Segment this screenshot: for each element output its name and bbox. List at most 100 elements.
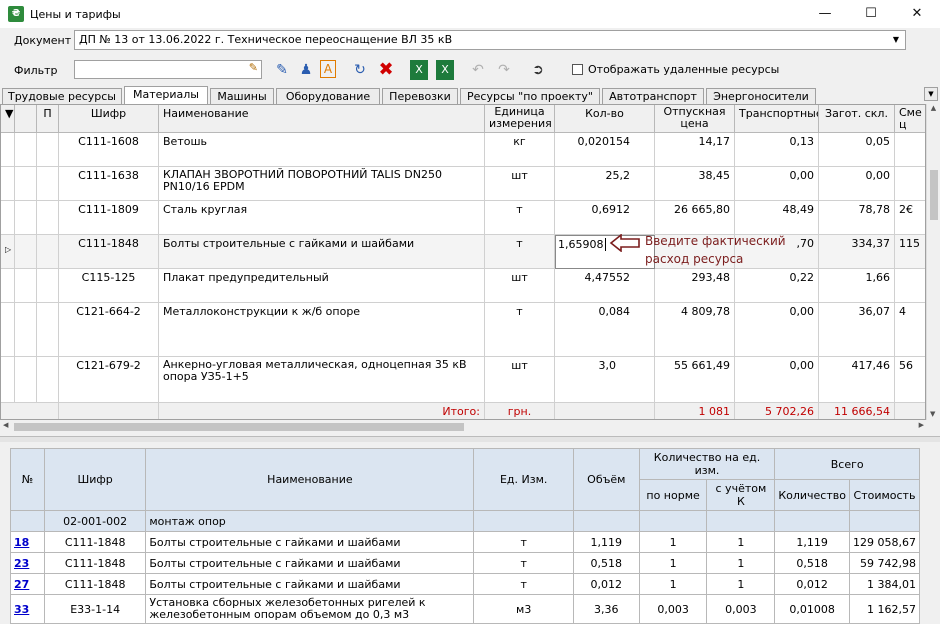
cell-name[interactable]: Ветошь bbox=[159, 133, 485, 167]
header-zagot[interactable]: Загот. скл. bbox=[819, 105, 895, 133]
cell-unit[interactable]: т bbox=[485, 303, 555, 357]
header-price[interactable]: Отпускная цена bbox=[655, 105, 735, 133]
row-link[interactable]: 23 bbox=[14, 557, 29, 570]
cell-smet[interactable]: 4 bbox=[895, 303, 925, 357]
table-row[interactable]: 18 С111-1848 Болты строительные с гайкам… bbox=[10, 531, 921, 553]
cell-qty[interactable]: 3,0 bbox=[555, 357, 655, 403]
redo-icon[interactable]: ↷ bbox=[494, 60, 514, 80]
cell-price[interactable]: 55 661,49 bbox=[655, 357, 735, 403]
tabs-scroll-down-icon[interactable]: ▼ bbox=[924, 87, 938, 101]
cell-qty[interactable]: 0,6912 bbox=[555, 201, 655, 235]
cell-transport[interactable]: 0,00 bbox=[735, 303, 819, 357]
cell-name[interactable]: Сталь круглая bbox=[159, 201, 485, 235]
tab-transport[interactable]: Перевозки bbox=[382, 88, 458, 105]
cell-qty[interactable]: 0,020154 bbox=[555, 133, 655, 167]
cell-smet[interactable] bbox=[895, 269, 925, 303]
cell-unit[interactable]: т bbox=[485, 201, 555, 235]
cell-zagot[interactable]: 0,00 bbox=[819, 167, 895, 201]
cell-unit[interactable]: шт bbox=[485, 167, 555, 201]
scroll-up-icon[interactable]: ▲ bbox=[927, 104, 940, 112]
exit-icon[interactable]: ➲ bbox=[528, 60, 548, 80]
maximize-button[interactable]: ☐ bbox=[848, 0, 894, 28]
header-smet[interactable]: Сме ц bbox=[895, 105, 925, 133]
cell-code[interactable]: С111-1848 bbox=[59, 235, 159, 269]
document-select[interactable]: ДП № 13 от 13.06.2022 г. Техническое пер… bbox=[74, 30, 906, 50]
tab-labor[interactable]: Трудовые ресурсы bbox=[2, 88, 122, 105]
cell-qty[interactable]: 0,084 bbox=[555, 303, 655, 357]
filter-input[interactable]: ✎ bbox=[74, 60, 262, 79]
cell-name[interactable]: Металлоконструкции к ж/б опоре bbox=[159, 303, 485, 357]
cell-price[interactable]: 14,17 bbox=[655, 133, 735, 167]
group-row[interactable]: 02-001-002 монтаж опор bbox=[10, 510, 921, 532]
vertical-scrollbar[interactable]: ▲ ▼ bbox=[926, 104, 940, 420]
cell-zagot[interactable]: 78,78 bbox=[819, 201, 895, 235]
cell-qty[interactable]: 4,47552 bbox=[555, 269, 655, 303]
row-link[interactable]: 27 bbox=[14, 578, 29, 591]
cell-code[interactable]: С111-1608 bbox=[59, 133, 159, 167]
cell-zagot[interactable]: 36,07 bbox=[819, 303, 895, 357]
tab-vehicles[interactable]: Автотранспорт bbox=[602, 88, 704, 105]
header-qty[interactable]: Кол-во bbox=[555, 105, 655, 133]
cell-unit[interactable]: шт bbox=[485, 357, 555, 403]
cell-price[interactable]: 26 665,80 bbox=[655, 201, 735, 235]
cell-unit[interactable]: т bbox=[485, 235, 555, 269]
cell-price[interactable]: 4 809,78 bbox=[655, 303, 735, 357]
tab-equipment[interactable]: Оборудование bbox=[276, 88, 380, 105]
table-row[interactable]: 27 С111-1848 Болты строительные с гайкам… bbox=[10, 573, 921, 595]
cell-smet[interactable]: 56 bbox=[895, 357, 925, 403]
cell-smet[interactable]: 115 bbox=[895, 235, 925, 269]
cell-code[interactable]: С111-1638 bbox=[59, 167, 159, 201]
cell-smet[interactable]: 2€ bbox=[895, 201, 925, 235]
cell-zagot[interactable]: 417,46 bbox=[819, 357, 895, 403]
cell-price[interactable]: 293,48 bbox=[655, 269, 735, 303]
table-row[interactable]: 33 Е33-1-14 Установка сборных железобето… bbox=[10, 594, 921, 624]
user-price-icon[interactable]: ♟ bbox=[296, 60, 316, 80]
cell-code[interactable]: С111-1809 bbox=[59, 201, 159, 235]
cell-name[interactable]: КЛАПАН ЗВОРОТНИЙ ПОВОРОТНИЙ TALIS DN250 … bbox=[159, 167, 485, 201]
cell-transport[interactable]: 0,13 bbox=[735, 133, 819, 167]
cell-code[interactable]: С121-679-2 bbox=[59, 357, 159, 403]
close-button[interactable]: ✕ bbox=[894, 0, 940, 28]
cell-transport[interactable]: 0,22 bbox=[735, 269, 819, 303]
tab-materials[interactable]: Материалы bbox=[124, 86, 208, 105]
cell-smet[interactable] bbox=[895, 167, 925, 201]
panel-splitter[interactable] bbox=[0, 436, 940, 442]
header-code[interactable]: Шифр bbox=[59, 105, 159, 133]
text-icon[interactable]: A bbox=[320, 60, 336, 78]
edit-icon[interactable]: ✎ bbox=[272, 60, 292, 80]
vertical-scroll-thumb[interactable] bbox=[930, 170, 938, 220]
cell-transport[interactable]: 0,00 bbox=[735, 357, 819, 403]
cell-code[interactable]: С115-125 bbox=[59, 269, 159, 303]
tab-energy[interactable]: Энергоносители bbox=[706, 88, 816, 105]
tab-project-resources[interactable]: Ресурсы "по проекту" bbox=[460, 88, 600, 105]
header-unit[interactable]: Единица измерения bbox=[485, 105, 555, 133]
delete-icon[interactable]: ✖ bbox=[376, 60, 396, 80]
refresh-icon[interactable]: ↻ bbox=[350, 60, 370, 80]
cell-transport[interactable]: 48,49 bbox=[735, 201, 819, 235]
excel-import-icon[interactable]: X bbox=[436, 60, 454, 80]
horizontal-scroll-thumb[interactable] bbox=[14, 423, 464, 431]
scroll-right-icon[interactable]: ▶ bbox=[919, 421, 924, 429]
cell-zagot[interactable]: 334,37 bbox=[819, 235, 895, 269]
cell-name[interactable]: Плакат предупредительный bbox=[159, 269, 485, 303]
cell-transport[interactable]: 0,00 bbox=[735, 167, 819, 201]
tab-machines[interactable]: Машины bbox=[210, 88, 274, 105]
table-row[interactable]: 23 С111-1848 Болты строительные с гайкам… bbox=[10, 552, 921, 574]
cell-smet[interactable] bbox=[895, 133, 925, 167]
cell-unit[interactable]: кг bbox=[485, 133, 555, 167]
row-link[interactable]: 33 bbox=[14, 603, 29, 616]
cell-price[interactable]: 38,45 bbox=[655, 167, 735, 201]
cell-name[interactable]: Болты строительные с гайками и шайбами bbox=[159, 235, 485, 269]
header-name[interactable]: Наименование bbox=[159, 105, 485, 133]
scroll-left-icon[interactable]: ◀ bbox=[3, 421, 8, 429]
row-link[interactable]: 18 bbox=[14, 536, 29, 549]
excel-export-icon[interactable]: X bbox=[410, 60, 428, 80]
minimize-button[interactable]: — bbox=[802, 0, 848, 28]
header-transport[interactable]: Транспортные bbox=[735, 105, 819, 133]
brush-icon[interactable]: ✎ bbox=[249, 61, 258, 74]
cell-code[interactable]: С121-664-2 bbox=[59, 303, 159, 357]
undo-icon[interactable]: ↶ bbox=[468, 60, 488, 80]
chevron-down-icon[interactable]: ▼ bbox=[893, 31, 899, 49]
cell-name[interactable]: Анкерно-угловая металлическая, одноцепна… bbox=[159, 357, 485, 403]
show-deleted-checkbox[interactable] bbox=[572, 64, 583, 75]
